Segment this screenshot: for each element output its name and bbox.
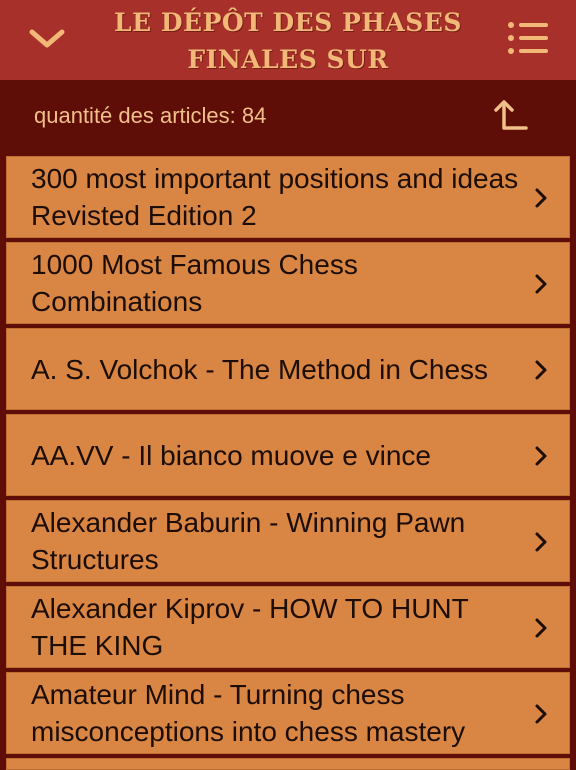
chevron-right-icon — [535, 188, 547, 208]
chevron-right-icon — [535, 532, 547, 552]
chevron-right-icon — [535, 446, 547, 466]
list-item-title: Amateur Mind - Turning chess misconcepti… — [31, 679, 466, 747]
list-item[interactable]: AA.VV - Il bianco muove e vince — [6, 414, 570, 496]
list-item[interactable]: Alexander Kiprov - HOW TO HUNT THE KING — [6, 586, 570, 668]
item-count: quantité des articles: 84 — [34, 103, 267, 128]
list-menu-icon[interactable] — [506, 18, 550, 58]
navigation-bar: Le dépôt des phases finales sur internet — [0, 0, 576, 111]
list-item-title: 1000 Most Famous Chess Combinations — [31, 249, 358, 317]
chevron-right-icon — [535, 704, 547, 724]
chevron-right-icon — [535, 360, 547, 380]
list-item-title: AA.VV - Il bianco muove e vince — [31, 439, 431, 471]
chevron-down-icon[interactable] — [27, 24, 67, 52]
chevron-right-icon — [535, 618, 547, 638]
list-item-title: Alexander Baburin - Winning Pawn Structu… — [31, 507, 466, 575]
list-item-title: A. S. Volchok - The Method in Chess — [31, 353, 489, 385]
list-item[interactable]: A. S. Volchok - The Method in Chess — [6, 328, 570, 410]
list-item-title: Alexander Kiprov - HOW TO HUNT THE KING — [31, 593, 469, 661]
list-item-title: 300 most important positions and ideas R… — [31, 163, 519, 231]
list-item[interactable]: Amateur Mind - Turning chess misconcepti… — [6, 672, 570, 754]
level-up-icon[interactable] — [490, 98, 530, 134]
chevron-right-icon — [535, 274, 547, 294]
list-item[interactable] — [6, 758, 570, 770]
list-item[interactable]: 300 most important positions and ideas R… — [6, 156, 570, 238]
toolbar: quantité des articles: 84 — [0, 80, 576, 152]
list-item[interactable]: Alexander Baburin - Winning Pawn Structu… — [6, 500, 570, 582]
list-item[interactable]: 1000 Most Famous Chess Combinations — [6, 242, 570, 324]
